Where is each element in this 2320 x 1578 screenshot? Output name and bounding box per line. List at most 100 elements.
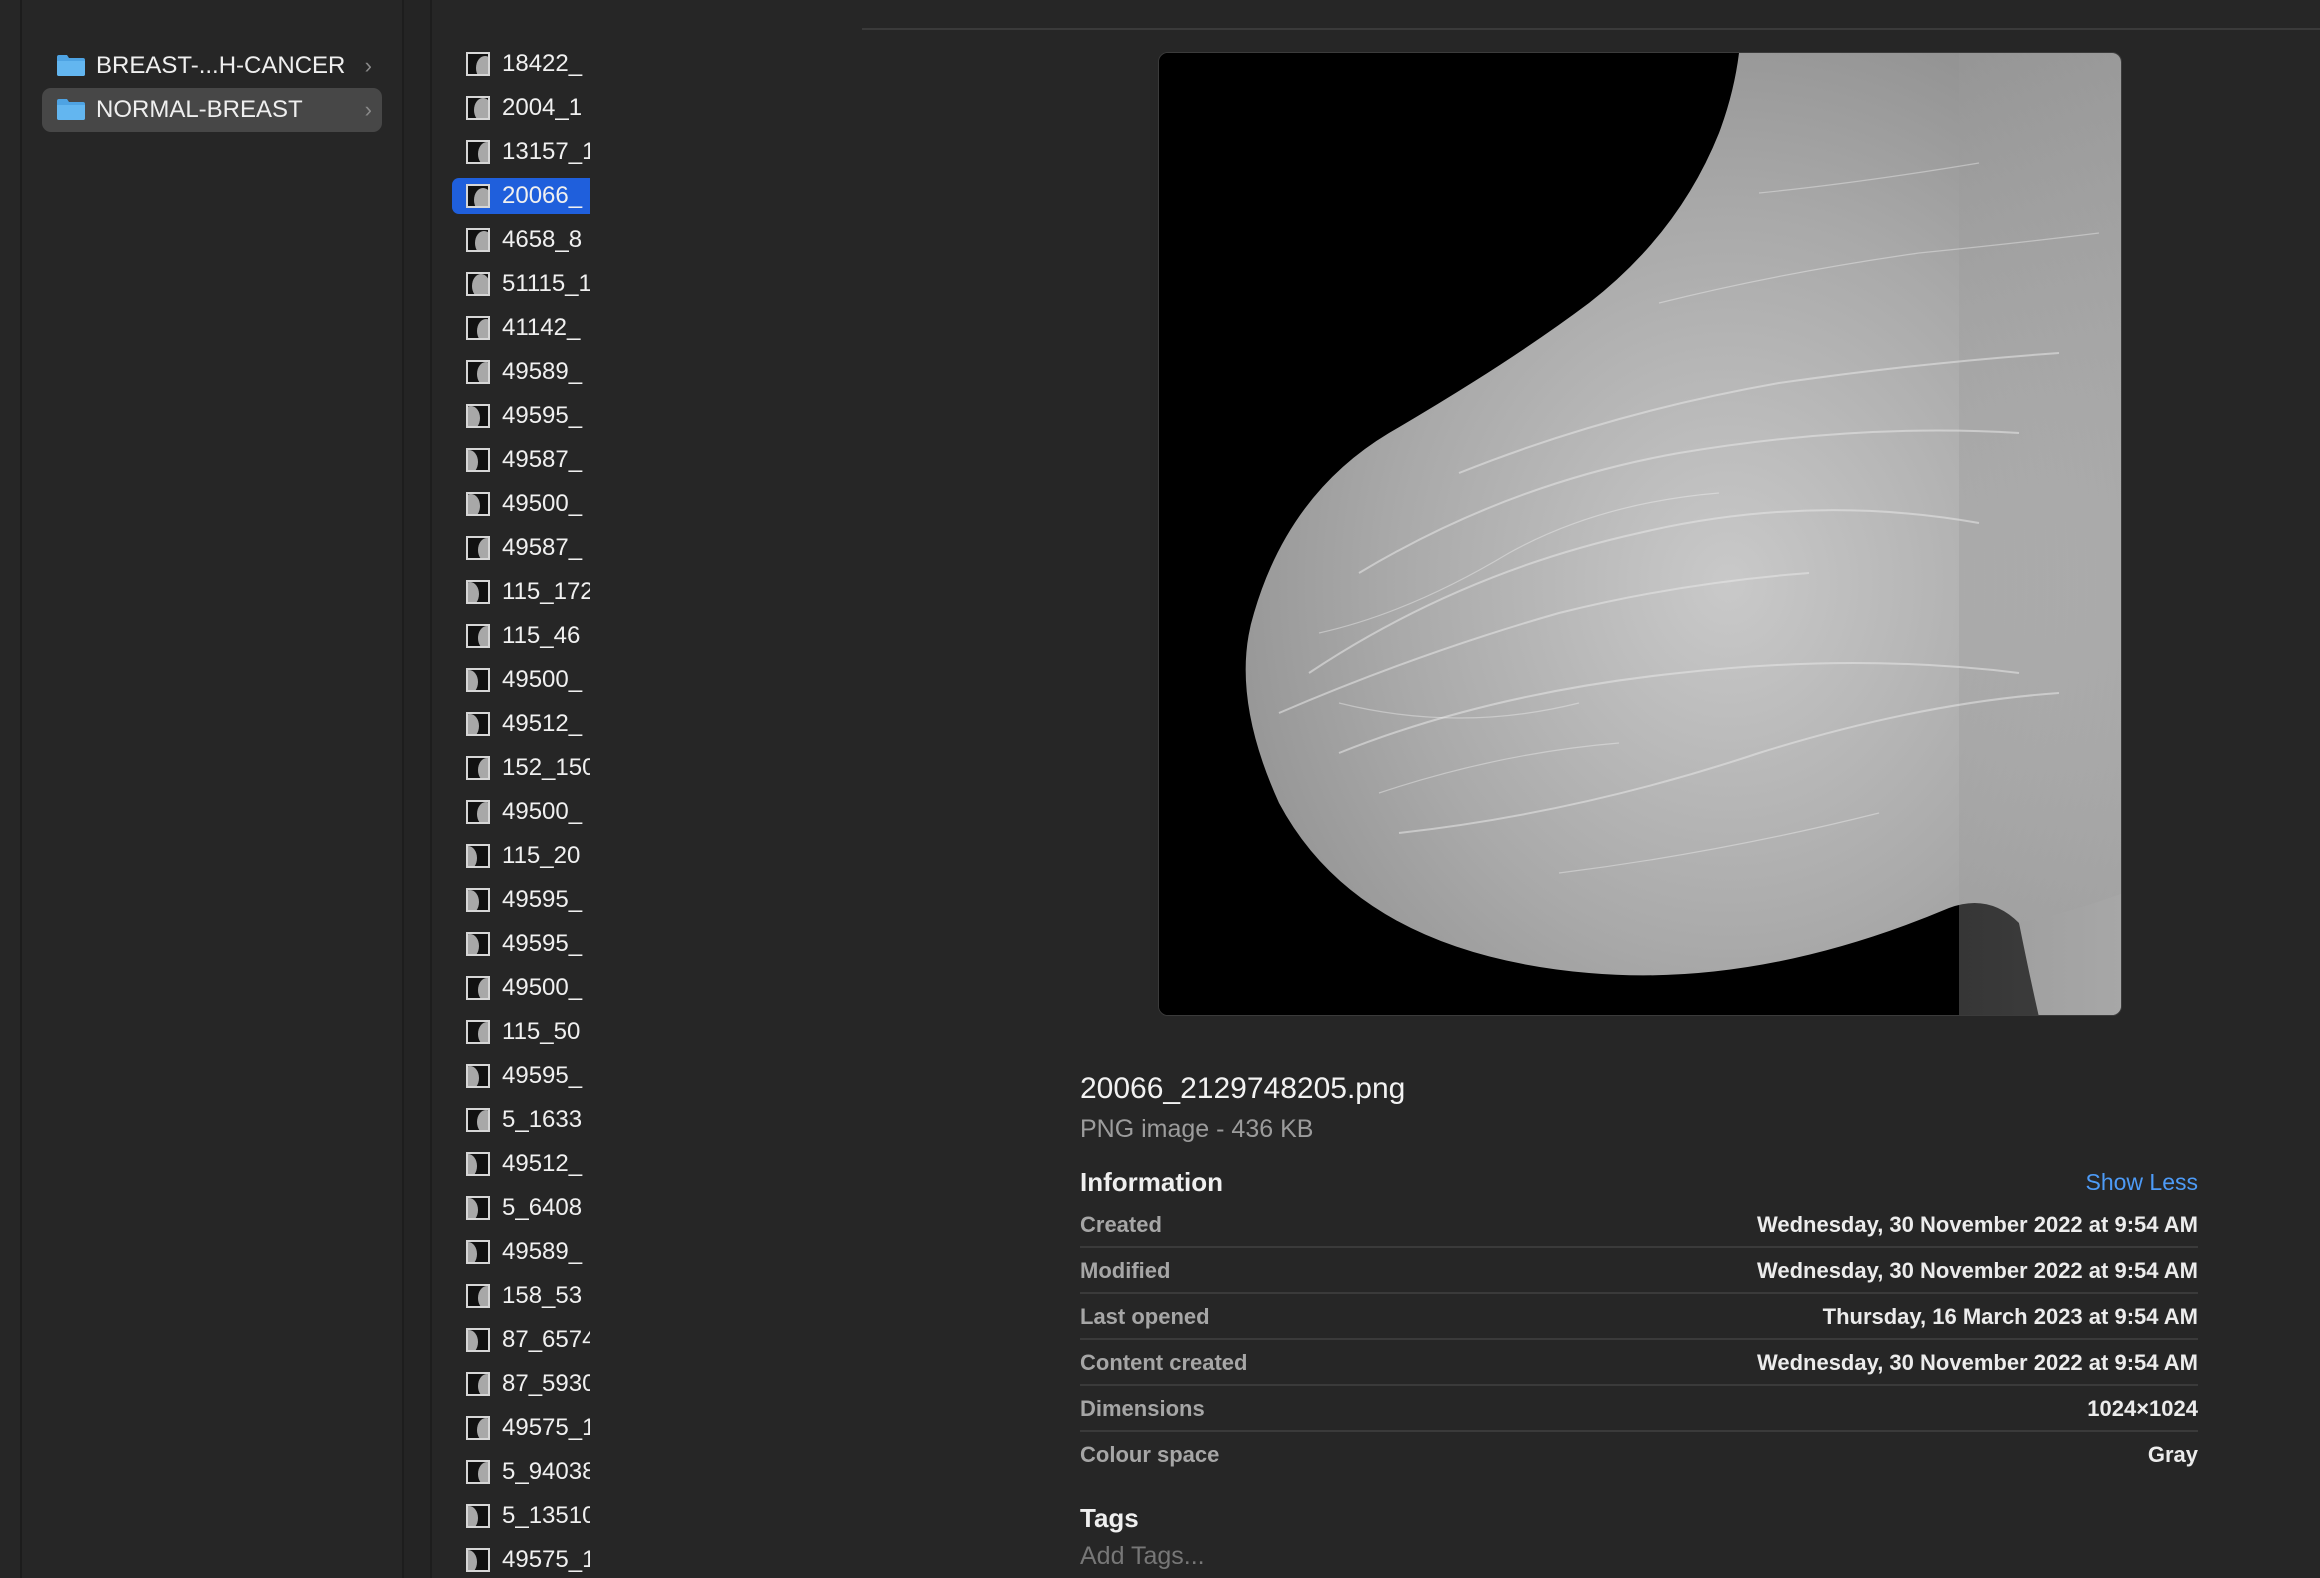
folder-item-breast-cancer[interactable]: BREAST-...H-CANCER › bbox=[42, 44, 382, 88]
file-list-item[interactable]: 5_6408 bbox=[452, 1190, 590, 1226]
file-label: 158_53 bbox=[502, 1282, 583, 1309]
file-label: 51115_1 bbox=[502, 270, 590, 297]
file-label: 49595_ bbox=[502, 1062, 583, 1089]
file-list-item[interactable]: 49500_ bbox=[452, 794, 590, 830]
info-value: Wednesday, 30 November 2022 at 9:54 AM bbox=[1756, 1350, 2198, 1375]
information-header: Information Show Less bbox=[1080, 1162, 2198, 1202]
file-list-item[interactable]: 87_5930 bbox=[452, 1366, 590, 1402]
folder-icon bbox=[57, 99, 85, 120]
info-row-last-opened: Last opened Thursday, 16 March 2023 at 9… bbox=[1080, 1294, 2198, 1340]
file-list-item[interactable]: 13157_1 bbox=[452, 134, 590, 170]
info-row-colour-space: Colour space Gray bbox=[1080, 1432, 2198, 1478]
file-label: 5_94038 bbox=[502, 1458, 590, 1485]
file-label: 5_135108 bbox=[502, 1502, 590, 1529]
file-column: 18422_ 2004_1 13157_1 20066_ 4658_8 51115_1 41… bbox=[432, 0, 590, 1578]
file-label: 5_1633 bbox=[502, 1106, 583, 1133]
file-label: 49587_ bbox=[502, 446, 583, 473]
file-list-item[interactable]: 158_53 bbox=[452, 1278, 590, 1314]
image-thumbnail-icon bbox=[466, 888, 490, 912]
file-label: 115_50 bbox=[502, 1018, 581, 1045]
add-tags-input[interactable]: Add Tags... bbox=[1080, 1536, 2198, 1576]
preview-top-edge bbox=[862, 0, 2320, 30]
file-list-item[interactable]: 49512_ bbox=[452, 1146, 590, 1182]
folder-icon bbox=[57, 55, 85, 76]
file-list-item[interactable]: 49595_ bbox=[452, 398, 590, 434]
image-preview bbox=[1158, 52, 2122, 1016]
file-label: 49589_ bbox=[502, 1238, 583, 1265]
info-panel: 20066_2129748205.png PNG image - 436 KB … bbox=[1080, 1068, 2198, 1576]
file-list-item[interactable]: 49500_ bbox=[452, 662, 590, 698]
file-list-item[interactable]: 49587_ bbox=[452, 442, 590, 478]
file-list-item[interactable]: 115_20 bbox=[452, 838, 590, 874]
file-list-item[interactable]: 49589_ bbox=[452, 354, 590, 390]
info-rows: Created Wednesday, 30 November 2022 at 9… bbox=[1080, 1202, 2198, 1478]
image-thumbnail-icon bbox=[466, 1460, 490, 1484]
file-label: 115_20 bbox=[502, 842, 581, 869]
file-list-item[interactable]: 51115_1 bbox=[452, 266, 590, 302]
preview-filename: 20066_2129748205.png bbox=[1080, 1072, 1406, 1105]
file-label: 49595_ bbox=[502, 930, 583, 957]
image-thumbnail-icon bbox=[466, 1108, 490, 1132]
image-thumbnail-icon bbox=[466, 1020, 490, 1044]
file-label: 115_46 bbox=[502, 622, 581, 649]
image-thumbnail-icon bbox=[466, 360, 490, 384]
folder-item-normal-breast[interactable]: NORMAL-BREAST › bbox=[42, 88, 382, 132]
file-label: 87_5930 bbox=[502, 1370, 590, 1397]
image-thumbnail-icon bbox=[466, 1284, 490, 1308]
show-less-button[interactable]: Show Less bbox=[2085, 1162, 2198, 1202]
file-list-item[interactable]: 87_6574 bbox=[452, 1322, 590, 1358]
file-label: 49575_1 bbox=[502, 1546, 590, 1573]
file-label: 87_6574 bbox=[502, 1326, 590, 1353]
file-list-item[interactable]: 41142_ bbox=[452, 310, 590, 346]
file-label: 49500_ bbox=[502, 798, 583, 825]
folder-list: BREAST-...H-CANCER › NORMAL-BREAST › bbox=[42, 44, 382, 132]
file-list-item[interactable]: 49500_ bbox=[452, 486, 590, 522]
image-thumbnail-icon bbox=[466, 536, 490, 560]
file-list-item[interactable]: 49575_1 bbox=[452, 1410, 590, 1446]
file-label: 115_172 bbox=[502, 578, 590, 605]
file-list-item[interactable]: 2004_1 bbox=[452, 90, 590, 126]
file-list-item[interactable]: 49595_ bbox=[452, 926, 590, 962]
image-thumbnail-icon bbox=[466, 1152, 490, 1176]
file-list-item[interactable]: 115_50 bbox=[452, 1014, 590, 1050]
file-list-item[interactable]: 49575_1 bbox=[452, 1542, 590, 1578]
file-list-item[interactable]: 20066_ bbox=[452, 178, 590, 214]
file-label: 4658_8 bbox=[502, 226, 583, 253]
info-value: Wednesday, 30 November 2022 at 9:54 AM bbox=[1756, 1212, 2198, 1237]
image-thumbnail-icon bbox=[466, 96, 490, 120]
folder-label: BREAST-...H-CANCER bbox=[96, 52, 346, 79]
mammogram-image bbox=[1159, 53, 2121, 1015]
file-list-item[interactable]: 5_1633 bbox=[452, 1102, 590, 1138]
image-thumbnail-icon bbox=[466, 756, 490, 780]
file-list-item[interactable]: 5_94038 bbox=[452, 1454, 590, 1490]
file-list-item[interactable]: 4658_8 bbox=[452, 222, 590, 258]
file-label: 18422_ bbox=[502, 50, 583, 77]
image-thumbnail-icon bbox=[466, 228, 490, 252]
info-value: Thursday, 16 March 2023 at 9:54 AM bbox=[1822, 1304, 2198, 1329]
info-value: 1024×1024 bbox=[2087, 1396, 2198, 1421]
file-list-item[interactable]: 5_135108 bbox=[452, 1498, 590, 1534]
file-list-item[interactable]: 49500_ bbox=[452, 970, 590, 1006]
image-thumbnail-icon bbox=[466, 1196, 490, 1220]
info-row-modified: Modified Wednesday, 30 November 2022 at … bbox=[1080, 1248, 2198, 1294]
file-list-item[interactable]: 49512_ bbox=[452, 706, 590, 742]
info-row-content-created: Content created Wednesday, 30 November 2… bbox=[1080, 1340, 2198, 1386]
file-list-item[interactable]: 49589_ bbox=[452, 1234, 590, 1270]
image-thumbnail-icon bbox=[466, 316, 490, 340]
file-label: 49512_ bbox=[502, 1150, 583, 1177]
file-list-item[interactable]: 152_150 bbox=[452, 750, 590, 786]
column-divider[interactable] bbox=[402, 0, 432, 1578]
file-list-item[interactable]: 115_46 bbox=[452, 618, 590, 654]
file-label: 41142_ bbox=[502, 314, 581, 341]
file-list-item[interactable]: 115_172 bbox=[452, 574, 590, 610]
file-list-item[interactable]: 49595_ bbox=[452, 882, 590, 918]
image-thumbnail-icon bbox=[466, 1240, 490, 1264]
file-list-item[interactable]: 18422_ bbox=[452, 46, 590, 82]
file-label: 49575_1 bbox=[502, 1414, 590, 1441]
image-thumbnail-icon bbox=[466, 1504, 490, 1528]
file-list-item[interactable]: 49595_ bbox=[452, 1058, 590, 1094]
info-label: Modified bbox=[1080, 1258, 1171, 1283]
information-title: Information bbox=[1080, 1167, 1223, 1197]
file-list-item[interactable]: 49587_ bbox=[452, 530, 590, 566]
image-thumbnail-icon bbox=[466, 712, 490, 736]
